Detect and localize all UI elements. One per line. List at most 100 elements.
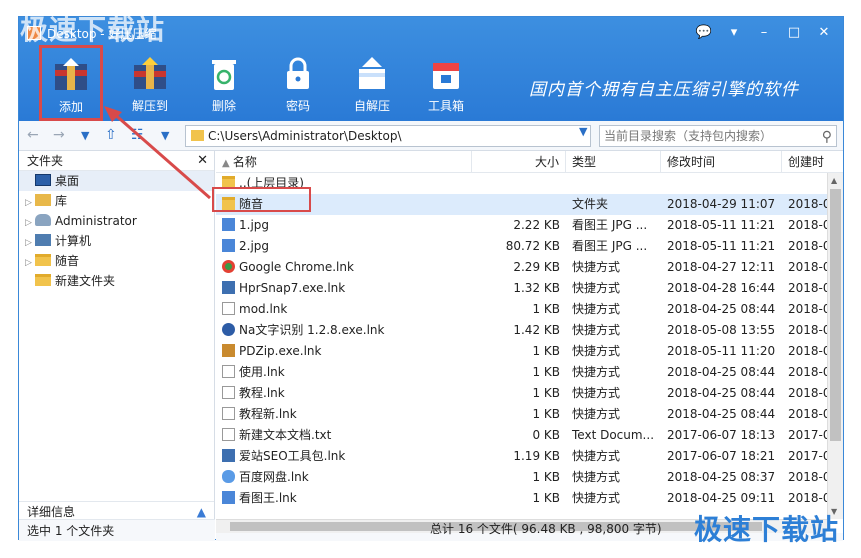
expand-arrow-icon[interactable]: ▷ bbox=[25, 253, 35, 273]
sidebar-item[interactable]: 桌面 bbox=[19, 171, 214, 191]
sidebar-item[interactable]: ▷ 库 bbox=[19, 191, 214, 211]
file-size: 2.22 KB bbox=[513, 218, 560, 232]
file-row[interactable]: 爱站SEO工具包.lnk 1.19 KB 快捷方式 2017-06-07 18:21 2… bbox=[216, 446, 843, 467]
file-name-cell: 教程.lnk bbox=[216, 383, 472, 404]
recycle-icon bbox=[205, 55, 243, 93]
column-name[interactable]: ▲ 名称 bbox=[216, 151, 472, 172]
file-size: 1 KB bbox=[532, 491, 560, 505]
vertical-scroll-thumb[interactable] bbox=[830, 189, 841, 441]
toolbox-button[interactable]: 工具箱 bbox=[409, 53, 483, 117]
doc-file-icon bbox=[222, 428, 235, 441]
file-modified: 2018-04-25 08:44 bbox=[667, 365, 776, 379]
details-panel-toggle[interactable]: 详细信息 ▲ bbox=[19, 501, 214, 521]
sort-up-icon: ▲ bbox=[222, 158, 233, 169]
file-name-cell: HprSnap7.exe.lnk bbox=[216, 278, 472, 299]
file-size bbox=[472, 194, 566, 215]
file-modified: 2018-05-08 13:55 bbox=[667, 323, 776, 337]
file-name: Na文字识别 1.2.8.exe.lnk bbox=[239, 323, 385, 337]
toolbox-icon bbox=[427, 55, 465, 93]
file-name: PDZip.exe.lnk bbox=[239, 344, 322, 358]
file-name: 教程.lnk bbox=[239, 386, 285, 400]
search-input[interactable]: 当前目录搜索（支持包内搜索） ⚲ bbox=[599, 125, 837, 147]
self-extract-label: 自解压 bbox=[353, 99, 390, 113]
delete-button[interactable]: 删除 bbox=[187, 53, 261, 117]
file-name: 教程新.lnk bbox=[239, 407, 297, 421]
desktop-icon bbox=[35, 174, 51, 186]
file-modified: 2018-04-27 12:11 bbox=[667, 260, 776, 274]
view-dropdown-icon[interactable]: ▼ bbox=[161, 129, 169, 142]
expand-arrow-icon[interactable]: ▷ bbox=[25, 193, 35, 213]
add-button[interactable]: 添加 bbox=[39, 45, 103, 121]
self-extract-button[interactable]: 自解压 bbox=[335, 53, 409, 117]
app-window: Desktop - 好压压缩 💬 ▾ – □ ✕ 添加 解压到 删除 密码 自解… bbox=[18, 16, 844, 541]
cloud-file-icon bbox=[222, 470, 235, 483]
sidebar-item[interactable]: ▷ 计算机 bbox=[19, 231, 214, 251]
file-row[interactable]: 教程.lnk 1 KB 快捷方式 2018-04-25 08:44 2018-0 bbox=[216, 383, 843, 404]
delete-label: 删除 bbox=[211, 99, 236, 113]
file-row[interactable]: 看图王.lnk 1 KB 快捷方式 2018-04-25 09:11 2018-0 bbox=[216, 488, 843, 509]
history-dropdown-icon[interactable]: ▼ bbox=[81, 129, 89, 142]
toolbar: 添加 解压到 删除 密码 自解压 工具箱 bbox=[37, 45, 483, 129]
expand-arrow-icon[interactable]: ▷ bbox=[25, 213, 35, 233]
password-label: 密码 bbox=[285, 99, 310, 113]
file-row[interactable]: 百度网盘.lnk 1 KB 快捷方式 2018-04-25 08:37 2018-0 bbox=[216, 467, 843, 488]
search-icon[interactable]: ⚲ bbox=[822, 127, 832, 147]
file-name-cell: 1.jpg bbox=[216, 215, 472, 236]
close-pane-icon[interactable]: ✕ bbox=[197, 151, 208, 171]
scroll-up-icon[interactable]: ▲ bbox=[831, 176, 837, 185]
file-modified: 2018-04-25 09:11 bbox=[667, 491, 776, 505]
sidebar-item[interactable]: 新建文件夹 bbox=[19, 271, 214, 291]
address-field[interactable]: C:\Users\Administrator\Desktop\ bbox=[185, 125, 591, 147]
address-bar-row: ← → ▼ ⇧ ☷ ▼ C:\Users\Administrator\Deskt… bbox=[19, 121, 843, 151]
column-size[interactable]: 大小 bbox=[472, 151, 566, 172]
status-total: 总计 16 个文件( 96.48 KB , 98,800 字节) bbox=[430, 522, 662, 536]
forward-arrow-icon[interactable]: → bbox=[53, 127, 65, 143]
address-dropdown-icon[interactable]: ▼ bbox=[579, 125, 587, 138]
expand-arrow-icon[interactable]: ▷ bbox=[25, 233, 35, 253]
file-type bbox=[566, 173, 661, 194]
file-row[interactable]: 使用.lnk 1 KB 快捷方式 2018-04-25 08:44 2018-0 bbox=[216, 362, 843, 383]
file-row[interactable]: 教程新.lnk 1 KB 快捷方式 2018-04-25 08:44 2018-0 bbox=[216, 404, 843, 425]
file-row[interactable]: 2.jpg 80.72 KB 看图王 JPG ... 2018-05-11 11:21… bbox=[216, 236, 843, 257]
extract-button[interactable]: 解压到 bbox=[113, 53, 187, 117]
sidebar-item[interactable]: ▷ 随音 bbox=[19, 251, 214, 271]
back-arrow-icon[interactable]: ← bbox=[27, 127, 39, 143]
file-modified: 2018-05-11 11:20 bbox=[667, 344, 776, 358]
file-name: Google Chrome.lnk bbox=[239, 260, 354, 274]
file-name: 新建文本文档.txt bbox=[239, 428, 332, 442]
file-row[interactable]: mod.lnk 1 KB 快捷方式 2018-04-25 08:44 2018-0 bbox=[216, 299, 843, 320]
menu-button[interactable]: ▾ bbox=[721, 23, 747, 43]
close-button[interactable]: ✕ bbox=[811, 23, 837, 43]
file-size: 1.32 KB bbox=[513, 281, 560, 295]
sidebar-item[interactable]: ▷ Administrator bbox=[19, 211, 214, 231]
file-row[interactable]: 1.jpg 2.22 KB 看图王 JPG ... 2018-05-11 11:21 2… bbox=[216, 215, 843, 236]
view-mode-icon[interactable]: ☷ bbox=[131, 127, 144, 143]
file-size: 1.19 KB bbox=[513, 449, 560, 463]
file-type: 看图王 JPG ... bbox=[572, 218, 648, 232]
jpg-file-icon bbox=[222, 491, 235, 504]
file-size: 0 KB bbox=[532, 428, 560, 442]
column-created[interactable]: 创建时 bbox=[782, 151, 843, 172]
file-row[interactable]: PDZip.exe.lnk 1 KB 快捷方式 2018-05-11 11:20 201… bbox=[216, 341, 843, 362]
vertical-scrollbar[interactable]: ▲ ▼ bbox=[827, 173, 843, 519]
file-type: Text Docum... bbox=[572, 428, 655, 442]
maximize-button[interactable]: □ bbox=[781, 23, 807, 43]
sidebar-item-label: 随音 bbox=[55, 254, 80, 268]
file-row[interactable]: Google Chrome.lnk 2.29 KB 快捷方式 2018-04-27 1… bbox=[216, 257, 843, 278]
feedback-button[interactable]: 💬 bbox=[691, 23, 717, 43]
minimize-button[interactable]: – bbox=[751, 23, 777, 43]
file-row[interactable]: 新建文本文档.txt 0 KB Text Docum... 2017-06-07 18… bbox=[216, 425, 843, 446]
file-name: 百度网盘.lnk bbox=[239, 470, 309, 484]
file-modified: 2018-04-25 08:37 bbox=[667, 470, 776, 484]
sidebar-item-label: 新建文件夹 bbox=[55, 274, 116, 288]
password-button[interactable]: 密码 bbox=[261, 53, 335, 117]
file-size: 1 KB bbox=[532, 302, 560, 316]
file-name: 1.jpg bbox=[239, 218, 270, 232]
file-row[interactable]: Na文字识别 1.2.8.exe.lnk 1.42 KB 快捷方式 2018-05-0… bbox=[216, 320, 843, 341]
column-modified[interactable]: 修改时间 bbox=[661, 151, 782, 172]
file-row[interactable]: HprSnap7.exe.lnk 1.32 KB 快捷方式 2018-04-28 16… bbox=[216, 278, 843, 299]
file-name-cell: Na文字识别 1.2.8.exe.lnk bbox=[216, 320, 472, 341]
up-folder-icon[interactable]: ⇧ bbox=[105, 127, 117, 143]
column-type[interactable]: 类型 bbox=[566, 151, 661, 172]
column-name-label: 名称 bbox=[232, 155, 257, 169]
